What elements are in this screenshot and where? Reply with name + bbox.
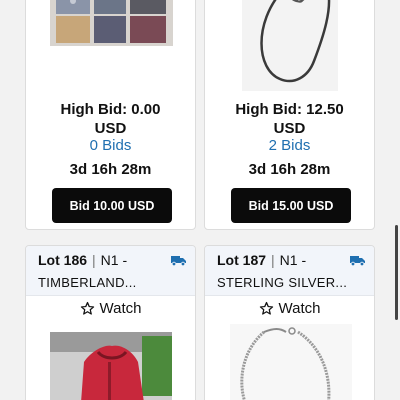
currency-label: USD [273, 120, 306, 137]
lot-header[interactable]: Lot 187 | N1 - STERLING SILVER... [205, 246, 374, 296]
lot-separator: | [271, 252, 275, 268]
lot-card[interactable]: High Bid: 12.50 USD 2 Bids 3d 16h 28m Bi… [204, 0, 375, 230]
lot-number: Lot 186 [38, 252, 88, 268]
lot-card[interactable]: Lot 187 | N1 - STERLING SILVER... Watch [204, 245, 375, 400]
time-left: 3d 16h 28m [248, 161, 331, 178]
lot-card[interactable]: High Bid: 0.00 USD 0 Bids 3d 16h 28m Bid… [25, 0, 196, 230]
watch-button[interactable]: Watch [26, 298, 195, 318]
lot-separator: | [92, 252, 96, 268]
lot-title[interactable]: STERLING SILVER... [217, 275, 347, 290]
high-bid-label: High Bid: 0.00 [60, 101, 161, 118]
lot-photo-chain[interactable] [242, 0, 338, 91]
lot-title[interactable]: TIMBERLAND... [38, 275, 137, 290]
watch-button[interactable]: Watch [205, 298, 374, 318]
scrollbar[interactable] [395, 225, 398, 320]
bid-button[interactable]: Bid 15.00 USD [231, 188, 351, 223]
bid-count-link[interactable]: 2 Bids [205, 137, 374, 154]
lot-photo-jacket[interactable] [50, 332, 172, 400]
lot-photo-silver-chain[interactable] [230, 324, 352, 400]
lot-number: Lot 187 [217, 252, 267, 268]
time-left: 3d 16h 28m [69, 161, 152, 178]
lot-header[interactable]: Lot 186 | N1 - TIMBERLAND... [26, 246, 195, 296]
currency-label: USD [94, 120, 127, 137]
bid-button[interactable]: Bid 10.00 USD [52, 188, 172, 223]
lot-category: N1 - [279, 252, 307, 268]
watch-label: Watch [278, 299, 321, 317]
watch-label: Watch [99, 299, 142, 317]
lot-category: N1 - [100, 252, 128, 268]
star-icon [259, 301, 273, 315]
bid-count-link[interactable]: 0 Bids [26, 137, 195, 154]
truck-icon [350, 256, 365, 266]
truck-icon [171, 256, 186, 266]
star-icon [80, 301, 94, 315]
lot-photo-clothing[interactable] [50, 0, 173, 46]
lot-card[interactable]: Lot 186 | N1 - TIMBERLAND... Watch [25, 245, 196, 400]
high-bid-label: High Bid: 12.50 [235, 101, 344, 118]
